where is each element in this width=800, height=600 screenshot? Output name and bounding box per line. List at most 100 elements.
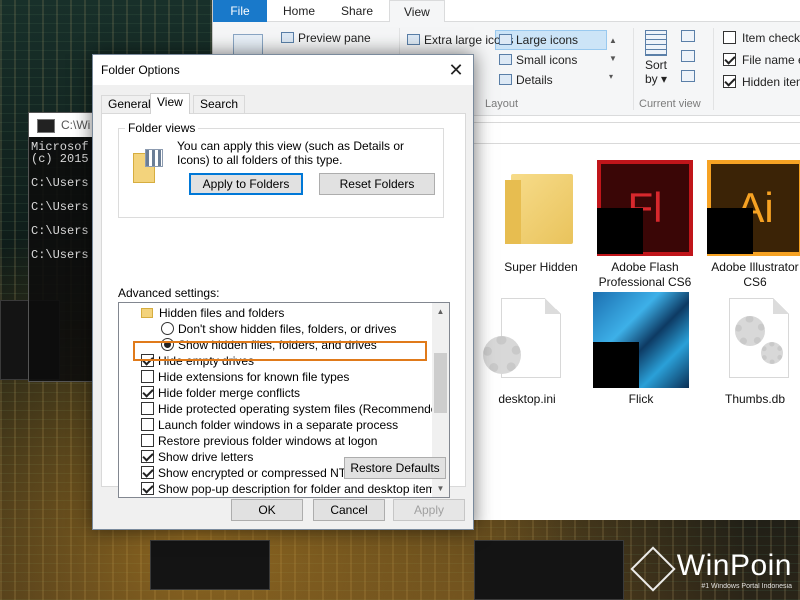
file-item-flick[interactable]: Flick (589, 292, 693, 407)
setting-checkbox[interactable] (141, 402, 154, 415)
tab-share[interactable]: Share (327, 0, 387, 22)
radio-button[interactable] (161, 322, 174, 335)
small-icons-icon (499, 54, 512, 65)
item-check-boxes-toggle[interactable]: Item check (723, 31, 800, 45)
apply-to-folders-button[interactable]: Apply to Folders (189, 173, 303, 195)
redaction-block (593, 342, 639, 388)
setting-label: Hide protected operating system files (R… (158, 402, 449, 416)
redaction-block (597, 208, 643, 254)
preview-pane-icon (281, 32, 294, 43)
gear-icon (483, 336, 521, 374)
advanced-setting-row[interactable]: Hide protected operating system files (R… (141, 401, 448, 417)
setting-label: Don't show hidden files, folders, or dri… (178, 322, 397, 336)
setting-checkbox[interactable] (141, 418, 154, 431)
setting-checkbox[interactable] (141, 370, 154, 383)
dialog-title: Folder Options (101, 63, 180, 77)
layout-scroll-arrows[interactable]: ▲ ▼ ▾ (609, 32, 617, 86)
restore-defaults-button[interactable]: Restore Defaults (344, 457, 446, 479)
folder-icon (141, 308, 153, 318)
advanced-setting-row[interactable]: Hide folder merge conflicts (141, 385, 300, 401)
sort-icon (645, 30, 667, 56)
apply-button[interactable]: Apply (393, 499, 465, 521)
console-output: Microsof (c) 2015 C:\Users C:\Users C:\U… (31, 140, 89, 261)
hidden-items-toggle[interactable]: Hidden item (723, 75, 800, 89)
file-item-super-hidden[interactable]: Super Hidden (489, 160, 593, 275)
scroll-down-arrow-icon[interactable]: ▼ (432, 480, 449, 497)
ribbon-separator (713, 28, 714, 110)
setting-label: Show drive letters (158, 450, 254, 464)
add-columns-icon (681, 50, 695, 62)
folder-views-group: Folder views You can apply this view (su… (118, 121, 444, 218)
item-check-boxes-checkbox[interactable] (723, 31, 736, 44)
advanced-setting-row[interactable]: Hide extensions for known file types (141, 369, 349, 385)
advanced-setting-row: Hidden files and folders (141, 305, 284, 321)
setting-label: Show pop-up description for folder and d… (158, 482, 442, 496)
folder-views-legend: Folder views (125, 121, 199, 135)
highlight-annotation (133, 341, 427, 361)
setting-checkbox[interactable] (141, 466, 154, 479)
close-icon[interactable]: ✕ (443, 57, 469, 83)
winpoin-watermark: WinPoin #1 Windows Portal Indonesia (630, 546, 792, 592)
file-item-desktop-ini[interactable]: desktop.ini (475, 292, 579, 407)
folder-views-icon (131, 149, 167, 185)
file-name-extensions-checkbox[interactable] (723, 53, 736, 66)
ribbon-separator (633, 28, 634, 110)
group-by-icon (681, 30, 695, 42)
large-icons-icon (499, 34, 512, 45)
folder-options-dialog[interactable]: Folder Options ✕ General View Search Fol… (92, 54, 474, 530)
file-item-adobe-illustrator[interactable]: Ai Adobe Illustrator CS6 (703, 160, 800, 290)
gear-icon (735, 316, 765, 346)
file-name-extensions-toggle[interactable]: File name e (723, 53, 800, 67)
folder-views-description: You can apply this view (such as Details… (177, 139, 405, 167)
setting-checkbox[interactable] (141, 450, 154, 463)
size-columns-icon (681, 70, 695, 82)
scroll-up-arrow-icon[interactable]: ▲ (432, 303, 449, 320)
layout-group-label: Layout (485, 98, 519, 110)
setting-label: Hidden files and folders (159, 306, 285, 320)
small-icons-option[interactable]: Small icons (499, 53, 577, 67)
setting-checkbox[interactable] (141, 386, 154, 399)
advanced-setting-row[interactable]: Don't show hidden files, folders, or dri… (161, 321, 396, 337)
large-icons-option[interactable]: Large icons (499, 33, 578, 47)
ribbon-tab-bar: File Home Share View (213, 0, 800, 23)
command-prompt-window[interactable]: C:\Wi Microsof (c) 2015 C:\Users C:\User… (28, 112, 98, 382)
details-option[interactable]: Details (499, 73, 553, 87)
advanced-setting-row[interactable]: Launch folder windows in a separate proc… (141, 417, 398, 433)
scrollbar-thumb[interactable] (434, 353, 447, 413)
sort-by-button[interactable]: Sort by ▾ (643, 30, 669, 86)
circuit-chip (474, 540, 624, 600)
extra-large-icons-icon (407, 34, 420, 45)
setting-checkbox[interactable] (141, 434, 154, 447)
reset-folders-button[interactable]: Reset Folders (319, 173, 435, 195)
setting-checkbox[interactable] (141, 482, 154, 495)
preview-pane-button[interactable]: Preview pane (281, 31, 371, 45)
setting-label: Hide folder merge conflicts (158, 386, 301, 400)
advanced-setting-row[interactable]: Show pop-up description for folder and d… (141, 481, 442, 497)
tab-search[interactable]: Search (193, 95, 246, 113)
details-icon (499, 74, 512, 85)
file-item-thumbs-db[interactable]: Thumbs.db (703, 292, 800, 407)
advanced-settings-label: Advanced settings: (118, 286, 220, 300)
group-by-icons[interactable] (681, 30, 695, 82)
tab-view[interactable]: View (150, 93, 190, 114)
dialog-title-bar[interactable]: Folder Options ✕ (93, 55, 473, 85)
circuit-chip (150, 540, 270, 590)
advanced-setting-row[interactable]: Show drive letters (141, 449, 253, 465)
view-tab-panel: Folder views You can apply this view (su… (101, 113, 466, 498)
hidden-items-checkbox[interactable] (723, 75, 736, 88)
cancel-button[interactable]: Cancel (313, 499, 385, 521)
file-item-adobe-flash[interactable]: Fl Adobe Flash Professional CS6 (593, 160, 697, 290)
setting-label: Launch folder windows in a separate proc… (158, 418, 399, 432)
ok-button[interactable]: OK (231, 499, 303, 521)
tab-view[interactable]: View (389, 0, 445, 23)
gear-icon (761, 342, 783, 364)
address-bar[interactable] (471, 122, 800, 144)
tab-home[interactable]: Home (269, 0, 329, 22)
current-view-group-label: Current view (639, 98, 701, 110)
extra-large-icons-option[interactable]: Extra large icons (407, 33, 513, 47)
setting-label: Restore previous folder windows at logon (158, 434, 378, 448)
console-title: C:\Wi (29, 113, 97, 137)
tab-file[interactable]: File (213, 0, 267, 22)
folder-icon (505, 174, 573, 244)
advanced-setting-row[interactable]: Restore previous folder windows at logon (141, 433, 377, 449)
